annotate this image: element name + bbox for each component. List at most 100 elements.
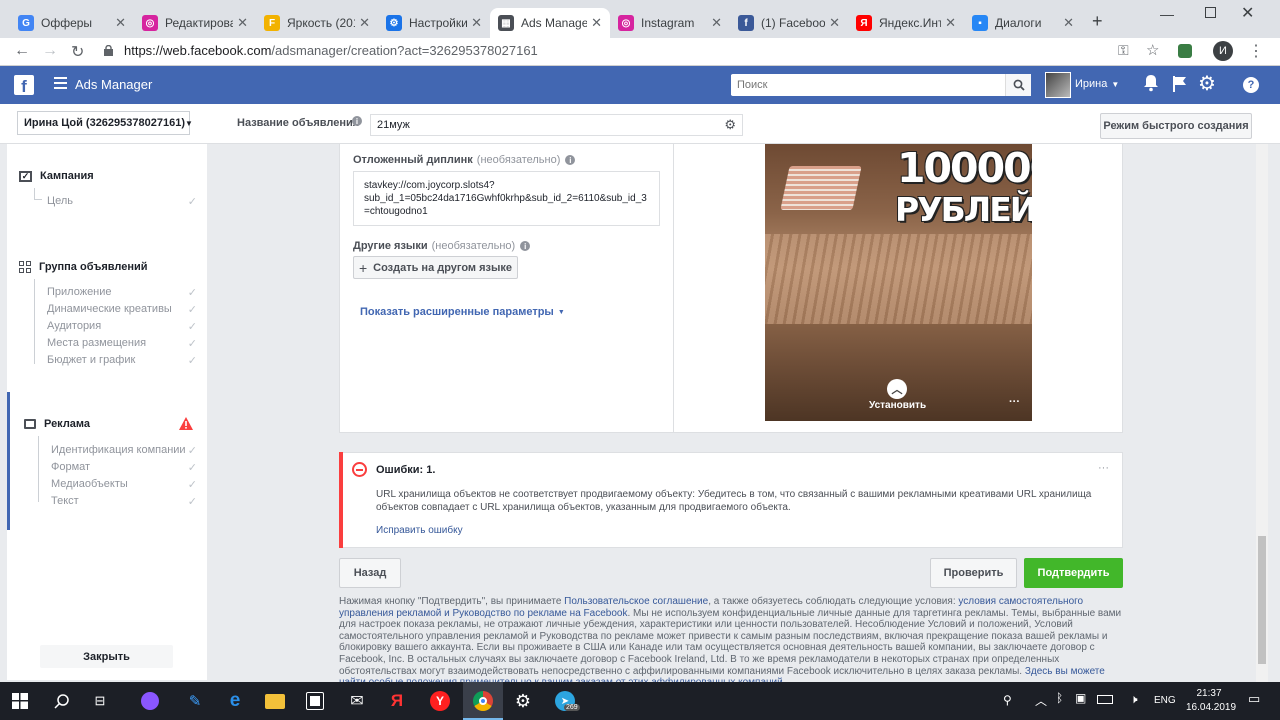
volume-icon[interactable]: 🕨 [1130, 692, 1138, 707]
install-chevron-icon[interactable]: ︿ [887, 379, 907, 399]
edge-icon[interactable]: e [223, 689, 247, 713]
new-tab-button[interactable]: + [1092, 11, 1103, 32]
pen-app-icon[interactable]: ✎ [183, 689, 207, 713]
search-box[interactable] [731, 74, 1031, 96]
browser-tab[interactable]: ⚙ Настройки ✕ [378, 8, 490, 38]
browser-tab[interactable]: ▦ Ads Manager -✕ [490, 8, 610, 38]
close-tab-icon[interactable]: ✕ [711, 15, 722, 31]
fix-error-link[interactable]: Исправить ошибку [376, 525, 463, 536]
store-icon[interactable] [303, 689, 327, 713]
nav-item-ad[interactable]: Идентификация компании ✓ [51, 444, 197, 457]
close-tab-icon[interactable]: ✕ [945, 15, 956, 31]
close-tab-icon[interactable]: ✕ [1063, 15, 1074, 31]
facebook-logo-icon[interactable]: f [14, 75, 34, 96]
settings-gear-icon[interactable]: ⚙ [1198, 71, 1216, 96]
more-dots-icon[interactable]: ··· [1009, 396, 1020, 408]
nav-item-adset[interactable]: Аудитория ✓ [47, 320, 197, 333]
extension-icon[interactable] [1178, 44, 1192, 58]
people-icon[interactable]: ⚲ [1003, 693, 1012, 707]
back-button[interactable]: Назад [339, 558, 401, 588]
alice-icon[interactable] [138, 689, 162, 713]
close-button[interactable]: Закрыть [40, 645, 173, 668]
language-indicator[interactable]: ENG [1154, 695, 1176, 706]
browser-tab[interactable]: ▪ Диалоги ✕ [964, 8, 1082, 38]
url-field[interactable]: https://web.facebook.com/adsmanager/crea… [124, 43, 538, 58]
scrollbar-thumb[interactable] [1258, 536, 1266, 664]
nav-item-adset[interactable]: Места размещения ✓ [47, 337, 197, 350]
show-advanced-link[interactable]: Показать расширенные параметры ▼ [360, 306, 565, 318]
browser-tab[interactable]: ◎ Редактировать✕ [134, 8, 256, 38]
more-dots-icon[interactable]: ··· [1098, 462, 1109, 474]
nav-item-ad[interactable]: Формат ✓ [51, 461, 197, 474]
windows-start-icon[interactable] [8, 689, 32, 713]
close-tab-icon[interactable]: ✕ [591, 15, 602, 31]
yandex-browser-icon[interactable]: Я [385, 689, 409, 713]
back-arrow-icon[interactable]: ← [14, 42, 30, 60]
ad-name-field[interactable]: 21муж ⚙ [370, 114, 743, 136]
notifications-icon[interactable]: ▭ [1248, 691, 1260, 707]
search-icon[interactable] [50, 689, 74, 713]
info-icon[interactable]: i [352, 116, 362, 126]
settings-gear-icon[interactable]: ⚙ [511, 689, 535, 713]
star-icon[interactable]: ☆ [1146, 41, 1159, 59]
close-window-button[interactable]: ✕ [1241, 3, 1254, 23]
deeplink-field[interactable]: stavkey://com.joycorp.slots4? sub_id_1=0… [353, 171, 660, 226]
quick-create-button[interactable]: Режим быстрого создания [1100, 113, 1252, 139]
review-button[interactable]: Проверить [930, 558, 1017, 588]
browser-tab[interactable]: f (1) Facebook ✕ [730, 8, 848, 38]
close-tab-icon[interactable]: ✕ [237, 15, 248, 31]
profile-avatar[interactable]: И [1213, 41, 1233, 61]
nav-item-ad[interactable]: Текст ✓ [51, 495, 197, 508]
nav-campaign[interactable]: ✓ Кампания [19, 170, 94, 182]
create-other-language-button[interactable]: + Создать на другом языке [353, 256, 518, 279]
mail-icon[interactable]: ✉ [345, 689, 369, 713]
help-icon[interactable]: ? [1243, 77, 1259, 93]
browser-tab-strip: GОфферы✕◎Редактировать✕FЯркость (2017✕⚙Н… [0, 0, 1280, 38]
network-icon[interactable]: ▣ [1075, 691, 1086, 705]
close-tab-icon[interactable]: ✕ [359, 15, 370, 31]
chrome-icon[interactable] [471, 689, 495, 713]
reload-icon[interactable]: ↻ [71, 42, 84, 62]
maximize-button[interactable] [1205, 7, 1216, 18]
user-menu[interactable]: Ирина ▼ [1075, 78, 1119, 90]
user-agreement-link[interactable]: Пользовательское соглашение [564, 596, 708, 607]
flag-icon[interactable] [1172, 75, 1188, 93]
close-tab-icon[interactable]: ✕ [471, 15, 482, 31]
page-scrollbar[interactable] [1256, 144, 1268, 682]
nav-item-adset[interactable]: Приложение ✓ [47, 286, 197, 299]
info-icon[interactable]: i [565, 155, 576, 165]
battery-icon[interactable] [1097, 695, 1113, 704]
search-button[interactable] [1005, 74, 1031, 96]
nav-item-ad[interactable]: Медиаобъекты ✓ [51, 478, 197, 491]
hamburger-menu-icon[interactable] [54, 77, 67, 89]
yandex-icon[interactable]: Y [428, 689, 452, 713]
browser-tab[interactable]: ◎ Instagram ✕ [610, 8, 730, 38]
bluetooth-icon[interactable]: ᛒ [1056, 691, 1063, 705]
close-tab-icon[interactable]: ✕ [115, 15, 126, 31]
account-selector[interactable]: Ирина Цой (326295378027161) ▼ [17, 111, 193, 135]
nav-item-objective[interactable]: Цель ✓ [47, 195, 197, 208]
settings-gear-icon[interactable]: ⚙ [724, 117, 736, 133]
confirm-button[interactable]: Подтвердить [1024, 558, 1123, 588]
folder-icon[interactable] [263, 689, 287, 713]
menu-dots-icon[interactable]: ⋮ [1248, 41, 1264, 61]
forward-arrow-icon[interactable]: → [42, 42, 58, 60]
key-icon[interactable]: ⚿ [1118, 42, 1129, 59]
browser-tab[interactable]: F Яркость (2017 ✕ [256, 8, 378, 38]
bell-icon[interactable] [1143, 74, 1159, 92]
nav-item-adset[interactable]: Бюджет и график ✓ [47, 354, 197, 367]
browser-tab[interactable]: Я Яндекс.Интер✕ [848, 8, 964, 38]
user-avatar[interactable] [1045, 72, 1071, 98]
clock[interactable]: 21:37 16.04.2019 [1186, 687, 1236, 715]
install-label[interactable]: Установить [869, 400, 926, 411]
info-icon[interactable]: i [520, 241, 531, 251]
search-input[interactable] [731, 75, 1005, 95]
nav-ad[interactable]: Реклама [24, 418, 90, 430]
chevron-up-icon[interactable]: ︿ [1035, 692, 1047, 709]
task-view-icon[interactable]: ⊟ [88, 689, 112, 713]
close-tab-icon[interactable]: ✕ [829, 15, 840, 31]
nav-adset[interactable]: Группа объявлений [19, 261, 148, 273]
nav-item-adset[interactable]: Динамические креативы ✓ [47, 303, 197, 316]
minimize-button[interactable]: — [1160, 6, 1174, 22]
browser-tab[interactable]: G Офферы ✕ [10, 8, 134, 38]
